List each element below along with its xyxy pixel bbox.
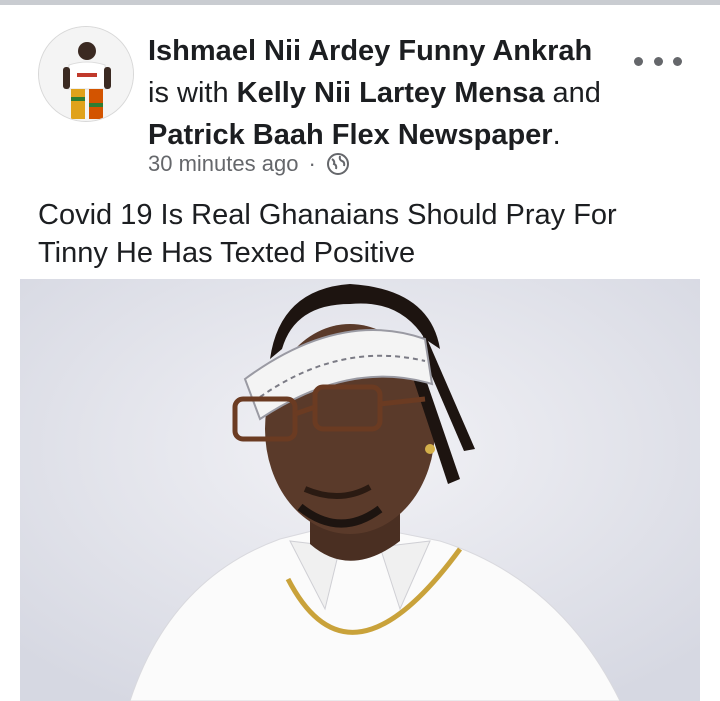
post-timestamp[interactable]: 30 minutes ago (148, 151, 298, 177)
post-header: Ishmael Nii Ardey Funny Ankrah is with K… (0, 8, 720, 188)
end-punctuation: . (552, 119, 561, 151)
globe-icon[interactable] (326, 152, 350, 176)
top-divider (0, 0, 720, 5)
author-name[interactable]: Ishmael Nii Ardey Funny Ankrah (148, 35, 592, 67)
tagged-user-1[interactable]: Kelly Nii Lartey Mensa (237, 77, 545, 109)
more-options-icon (634, 56, 643, 66)
portrait-photo (20, 279, 700, 701)
author-avatar[interactable] (38, 26, 134, 122)
post-text-line-1: Covid 19 Is Real Ghanaians Should Pray F… (38, 199, 617, 231)
post-text-line-2: Tinny He Has Texted Positive (38, 237, 416, 269)
tagged-user-2[interactable]: Patrick Baah Flex Newspaper (148, 119, 553, 151)
post-body-text: Covid 19 Is Real Ghanaians Should Pray F… (38, 196, 698, 272)
and-text: and (552, 77, 601, 109)
post-meta: 30 minutes ago · (148, 149, 350, 179)
more-options-icon-dot (653, 56, 663, 66)
post-photo[interactable] (20, 279, 700, 701)
more-options-icon-dot (673, 56, 682, 66)
more-options-button[interactable] (634, 50, 682, 72)
meta-separator: · (308, 151, 316, 176)
post-author-line: Ishmael Nii Ardey Funny Ankrah is with K… (148, 30, 648, 156)
with-text: is with (148, 77, 229, 109)
